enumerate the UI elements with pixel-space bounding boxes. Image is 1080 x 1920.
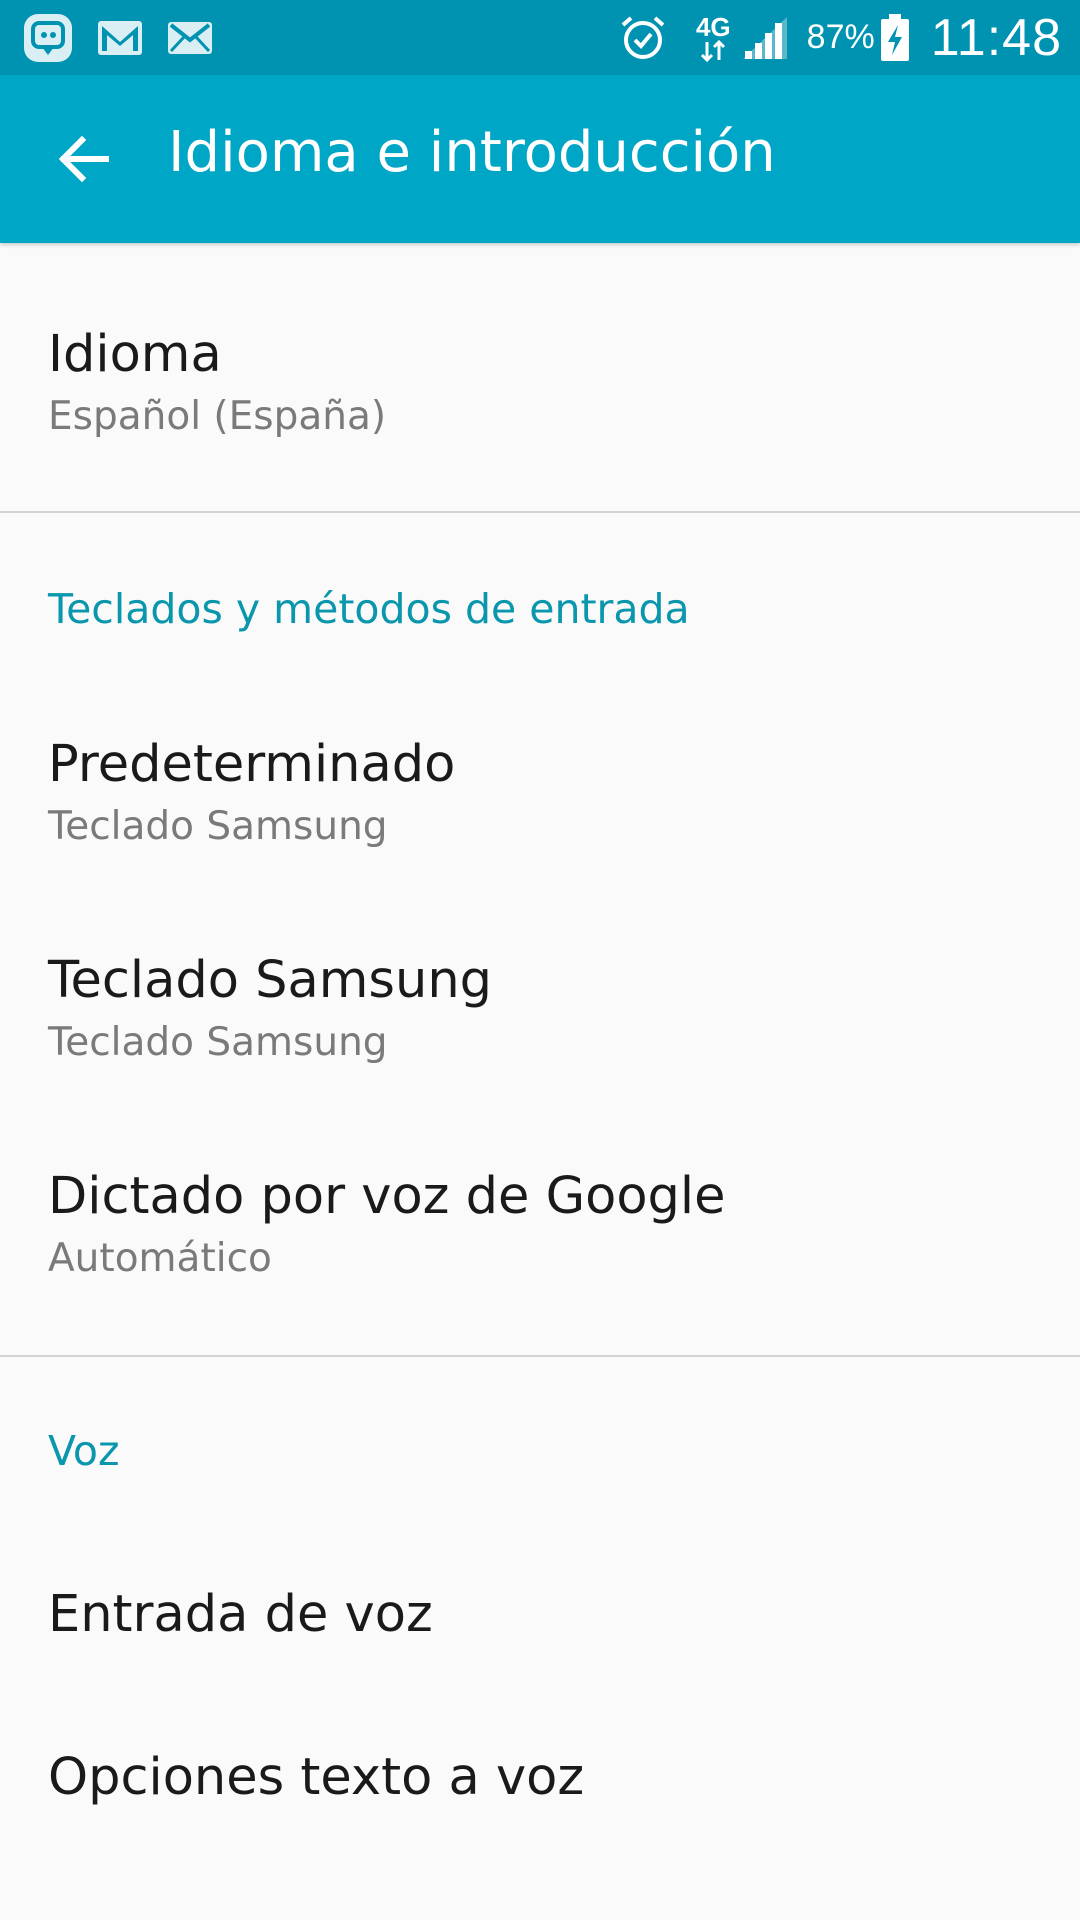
keyboard-item-default[interactable]: Predeterminado Teclado Samsung	[0, 633, 1080, 849]
chat-app-icon	[22, 12, 74, 64]
clock: 11:48	[930, 8, 1062, 67]
language-item[interactable]: Idioma Español (España)	[0, 243, 1080, 511]
app-bar: Idioma e introducción	[0, 75, 1080, 243]
status-icons: 4G 87% 11:48	[618, 0, 1062, 75]
battery-percent: 87%	[806, 18, 875, 56]
page-title: Idioma e introducción	[168, 120, 776, 185]
keyboard-item-google-voice[interactable]: Dictado por voz de Google Automático	[0, 1065, 1080, 1355]
section-header-voice: Voz	[48, 1427, 120, 1475]
settings-list: Idioma Español (España) Teclados y métod…	[0, 243, 1080, 1807]
list-item-title: Predeterminado	[48, 735, 456, 794]
network-label: 4G	[695, 11, 731, 42]
voice-item-input[interactable]: Entrada de voz	[0, 1475, 1080, 1644]
signal-icon	[741, 15, 789, 61]
list-item-title: Teclado Samsung	[48, 951, 493, 1010]
language-title: Idioma	[48, 325, 222, 384]
list-item-title: Opciones texto a voz	[48, 1748, 585, 1807]
list-item-subtitle: Teclado Samsung	[48, 1020, 388, 1065]
notification-icons	[22, 10, 214, 66]
network-4g-icon: 4G	[696, 14, 731, 62]
list-item-title: Entrada de voz	[48, 1585, 433, 1644]
mail-icon	[166, 18, 214, 58]
list-item-subtitle: Automático	[48, 1236, 272, 1281]
list-item-subtitle: Teclado Samsung	[48, 804, 388, 849]
voice-item-tts[interactable]: Opciones texto a voz	[0, 1644, 1080, 1807]
back-button[interactable]	[48, 127, 120, 191]
alarm-icon	[618, 13, 668, 63]
keyboard-item-samsung[interactable]: Teclado Samsung Teclado Samsung	[0, 849, 1080, 1065]
language-value: Español (España)	[48, 394, 387, 439]
arrow-back-icon	[58, 135, 110, 183]
section-header-keyboards: Teclados y métodos de entrada	[48, 585, 690, 633]
battery-charging-icon	[879, 13, 911, 63]
list-item-title: Dictado por voz de Google	[48, 1167, 726, 1226]
status-bar: 4G 87% 11:48	[0, 0, 1080, 75]
gmail-icon	[96, 18, 144, 58]
